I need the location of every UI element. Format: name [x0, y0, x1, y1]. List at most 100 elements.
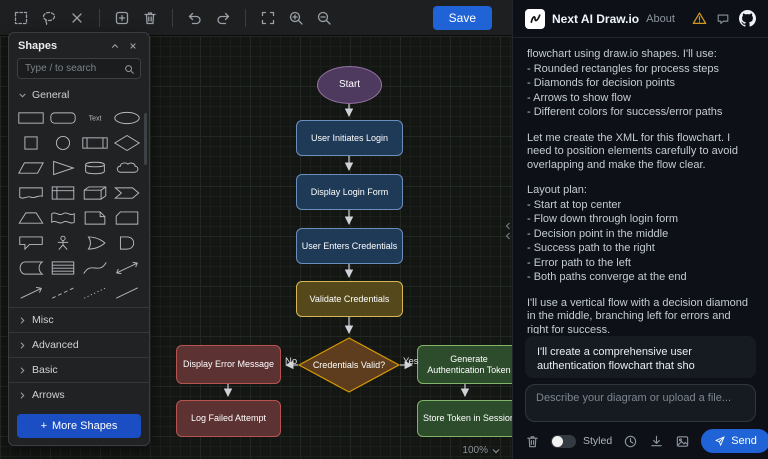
github-icon[interactable]	[739, 10, 756, 27]
node-display-error-message[interactable]: Display Error Message	[176, 345, 281, 384]
history-icon[interactable]	[623, 434, 638, 449]
chat-line: - Rounded rectangles for process steps	[527, 63, 754, 77]
send-button[interactable]: Send	[701, 429, 768, 453]
node-display-login-form[interactable]: Display Login Form	[296, 174, 403, 210]
chat-header: Next AI Draw.io About	[513, 0, 768, 38]
node-log-failed-attempt[interactable]: Log Failed Attempt	[176, 400, 281, 437]
undo-icon[interactable]	[182, 5, 208, 31]
chevron-right-icon	[18, 366, 27, 375]
shape-card[interactable]	[111, 206, 143, 230]
shape-text[interactable]: Text	[79, 106, 111, 130]
about-link[interactable]: About	[646, 13, 675, 25]
section-general[interactable]: General	[9, 85, 149, 105]
shape-actor[interactable]	[47, 231, 79, 255]
node-user-enters-credentials[interactable]: User Enters Credentials	[296, 228, 403, 264]
shape-square[interactable]	[15, 131, 47, 155]
collapse-panel-icon[interactable]	[108, 39, 122, 53]
shape-bidirectional-arrow[interactable]	[111, 256, 143, 280]
shape-line[interactable]	[111, 281, 143, 305]
delete-tool-icon[interactable]	[64, 5, 90, 31]
node-store-token-session[interactable]: Store Token in Session	[417, 400, 512, 437]
add-shape-icon[interactable]	[109, 5, 135, 31]
section-advanced[interactable]: Advanced	[9, 332, 149, 357]
zoom-out-icon[interactable]	[311, 5, 337, 31]
section-misc[interactable]: Misc	[9, 307, 149, 332]
shape-list[interactable]	[47, 256, 79, 280]
shape-process[interactable]	[79, 131, 111, 155]
shape-dotted-line[interactable]	[79, 281, 111, 305]
chat-line: I'll use a vertical flow with a decision…	[527, 297, 754, 335]
shape-search-input[interactable]	[17, 58, 141, 79]
fit-view-icon[interactable]	[255, 5, 281, 31]
shapes-panel: Shapes General Text Misc Advanced	[8, 32, 150, 446]
node-label: Store Token in Session	[423, 413, 512, 424]
toolbar-separator	[172, 9, 173, 27]
download-icon[interactable]	[649, 434, 664, 449]
clear-chat-icon[interactable]	[525, 434, 540, 449]
shape-triangle[interactable]	[47, 156, 79, 180]
image-icon[interactable]	[675, 434, 690, 449]
shape-step[interactable]	[111, 181, 143, 205]
section-basic[interactable]: Basic	[9, 357, 149, 382]
chat-controls: Styled Send	[525, 428, 756, 454]
node-generate-auth-token[interactable]: Generate Authentication Token	[417, 345, 512, 384]
shape-tape[interactable]	[47, 206, 79, 230]
shape-note[interactable]	[79, 206, 111, 230]
trash-icon[interactable]	[137, 5, 163, 31]
save-button[interactable]: Save	[433, 6, 492, 30]
chat-messages[interactable]: flowchart using draw.io shapes. I'll use…	[513, 38, 768, 334]
shape-cube[interactable]	[79, 181, 111, 205]
shape-trapezoid[interactable]	[15, 206, 47, 230]
lasso-tool-icon[interactable]	[36, 5, 62, 31]
styled-toggle-label: Styled	[583, 435, 612, 447]
section-label: Arrows	[32, 389, 65, 401]
shape-document[interactable]	[15, 181, 47, 205]
shape-arrow[interactable]	[15, 281, 47, 305]
node-validate-credentials[interactable]: Validate Credentials	[296, 281, 403, 317]
shape-rectangle[interactable]	[15, 106, 47, 130]
zoom-in-icon[interactable]	[283, 5, 309, 31]
plus-icon: +	[41, 420, 47, 432]
node-start[interactable]: Start	[317, 66, 382, 104]
shape-internal-storage[interactable]	[47, 181, 79, 205]
node-credentials-valid[interactable]: Credentials Valid?	[298, 337, 400, 393]
shape-dashed-line[interactable]	[47, 281, 79, 305]
shapes-panel-title: Shapes	[18, 40, 104, 52]
edge-label-yes: Yes	[403, 356, 419, 367]
close-panel-icon[interactable]	[126, 39, 140, 53]
panel-resize-handle[interactable]	[504, 216, 512, 246]
shape-curve[interactable]	[79, 256, 111, 280]
chevron-down-icon	[18, 91, 27, 100]
section-arrows[interactable]: Arrows	[9, 382, 149, 407]
toggle-knob	[552, 436, 563, 447]
node-label: Display Error Message	[183, 359, 274, 370]
node-label: Display Login Form	[311, 187, 389, 198]
redo-icon[interactable]	[210, 5, 236, 31]
panel-scrollbar[interactable]	[144, 113, 147, 165]
shape-parallelogram[interactable]	[15, 156, 47, 180]
shape-cloud[interactable]	[111, 156, 143, 180]
shape-data-storage[interactable]	[15, 256, 47, 280]
shape-ellipse[interactable]	[111, 106, 143, 130]
shape-rounded-rectangle[interactable]	[47, 106, 79, 130]
chat-line: - Different colors for success/error pat…	[527, 106, 754, 120]
chat-input[interactable]	[536, 389, 745, 417]
warning-icon[interactable]	[692, 11, 707, 26]
shape-or[interactable]	[79, 231, 111, 255]
more-shapes-button[interactable]: + More Shapes	[17, 414, 141, 438]
shape-callout[interactable]	[15, 231, 47, 255]
node-user-initiates-login[interactable]: User Initiates Login	[296, 120, 403, 156]
shape-circle[interactable]	[47, 131, 79, 155]
shape-cylinder[interactable]	[79, 156, 111, 180]
styled-toggle[interactable]	[551, 435, 576, 448]
chat-line: - Both paths converge at the end	[527, 271, 754, 285]
shape-diamond[interactable]	[111, 131, 143, 155]
shape-and[interactable]	[111, 231, 143, 255]
chat-line: - Error path to the left	[527, 257, 754, 271]
node-label: User Initiates Login	[311, 133, 388, 144]
chevron-right-icon	[18, 316, 27, 325]
zoom-level-control[interactable]: 100%	[462, 445, 500, 456]
select-tool-icon[interactable]	[8, 5, 34, 31]
feedback-icon[interactable]	[716, 12, 730, 26]
svg-text:Text: Text	[89, 115, 102, 122]
